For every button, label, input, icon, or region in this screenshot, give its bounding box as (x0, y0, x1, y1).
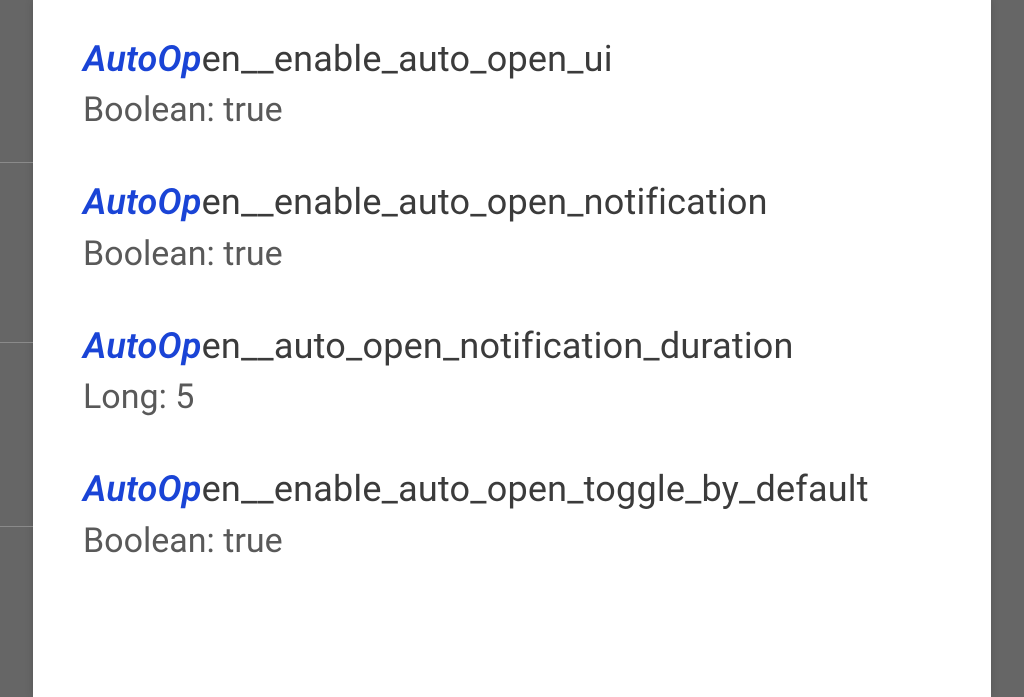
search-match-highlight: AutoOp (83, 181, 202, 223)
search-match-highlight: AutoOp (83, 38, 202, 80)
flag-type-value: Boolean: true (83, 90, 941, 130)
search-match-highlight: AutoOp (83, 468, 202, 510)
list-item[interactable]: AutoOpen__enable_auto_open_ui Boolean: tr… (83, 25, 941, 168)
search-results-modal: AutoOpen__enable_auto_open_uiBoolean: tr… (33, 0, 991, 697)
flag-name-rest: en__auto_open_notification_duration (202, 325, 794, 367)
flag-type-value: Boolean: true (83, 521, 941, 561)
flag-name: AutoOpen__enable_auto_open_notification (83, 182, 941, 223)
flag-type-value: Boolean: true (83, 234, 941, 274)
list-item[interactable]: AutoOpen__enable_auto_open_notification B… (83, 168, 941, 311)
flag-name-rest: en__enable_auto_open_notification (202, 181, 768, 223)
flag-name-rest: en__enable_auto_open_toggle_by_default (202, 468, 869, 510)
flag-type-value: Long: 5 (83, 377, 941, 417)
flag-name: AutoOpen__enable_auto_open_toggle_by_def… (83, 469, 941, 510)
list-item[interactable]: AutoOpen__enable_auto_open_toggle_by_def… (83, 455, 941, 598)
flag-name: AutoOpen__enable_auto_open_ui (83, 39, 941, 80)
list-item[interactable]: AutoOpen__auto_open_notification_duratio… (83, 312, 941, 455)
flag-name-rest: en__enable_auto_open_ui (202, 38, 613, 80)
search-match-highlight: AutoOp (83, 325, 202, 367)
flag-name: AutoOpen__auto_open_notification_duratio… (83, 326, 941, 367)
